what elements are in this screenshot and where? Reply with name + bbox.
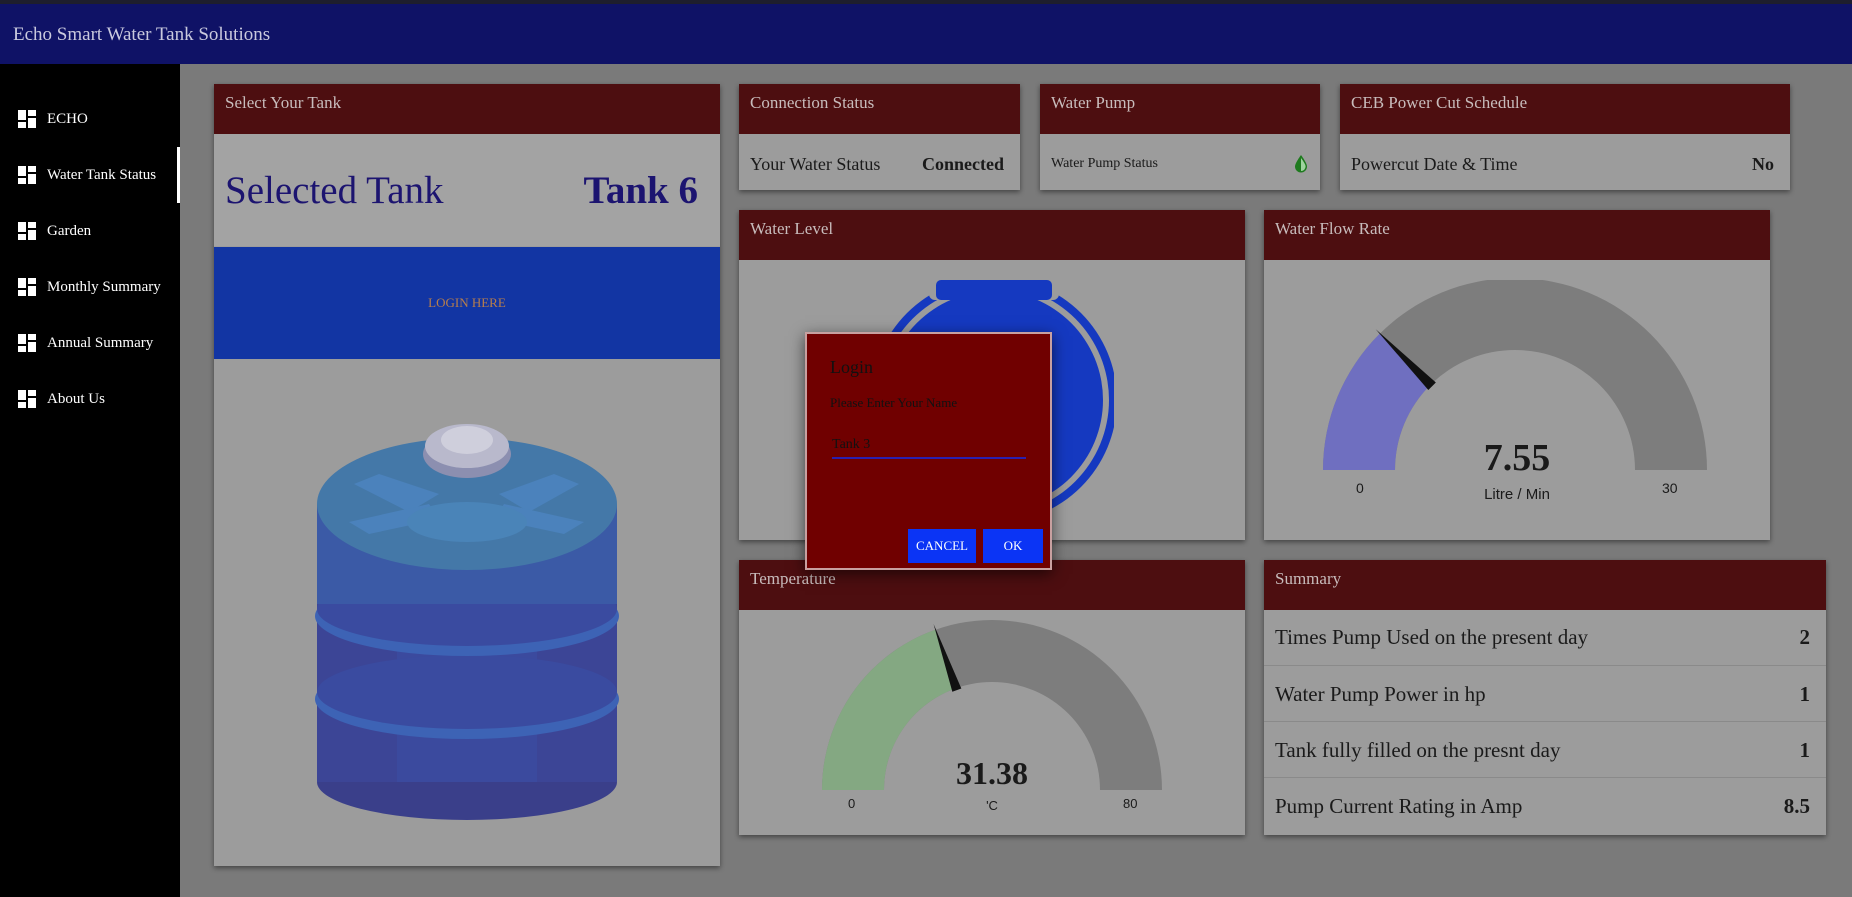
ok-button[interactable]: OK <box>983 529 1043 563</box>
summary-row: Times Pump Used on the present day 2 <box>1264 610 1826 666</box>
flow-rate-value: 7.55 <box>1483 437 1551 479</box>
sidebar-item-water-tank-status[interactable]: Water Tank Status <box>0 147 180 203</box>
summary-row-value: 8.5 <box>1783 794 1810 818</box>
water-pump-card: Water Pump Water Pump Status <box>1040 84 1320 190</box>
sidebar-item-about-us[interactable]: About Us <box>0 371 180 427</box>
temperature-min: 0 <box>848 796 856 811</box>
login-dialog: Login Please Enter Your Name CANCEL OK <box>805 332 1052 570</box>
sidebar-item-echo[interactable]: ECHO <box>0 91 180 147</box>
temperature-max: 80 <box>1123 796 1138 811</box>
dashboard-icon <box>18 222 36 240</box>
flow-rate-title: Water Flow Rate <box>1264 210 1770 260</box>
connection-status-card: Connection Status Your Water Status Conn… <box>739 84 1020 190</box>
sidebar-item-label: ECHO <box>47 110 88 127</box>
dashboard-icon <box>18 278 36 296</box>
login-dialog-title: Login <box>830 357 873 377</box>
temperature-card: Temperature 31.38 'C 0 80 <box>739 560 1245 835</box>
temperature-unit: 'C <box>986 798 998 813</box>
name-input[interactable] <box>832 433 1026 459</box>
summary-row-value: 1 <box>1799 738 1811 762</box>
summary-row-value: 2 <box>1799 625 1811 649</box>
summary-row-value: 1 <box>1799 682 1811 706</box>
summary-row-label: Pump Current Rating in Amp <box>1275 794 1523 818</box>
dashboard-icon <box>18 110 36 128</box>
flow-rate-card: Water Flow Rate 7.55 Litre / Min 0 30 <box>1264 210 1770 540</box>
tank-card-title: Select Your Tank <box>214 84 720 134</box>
connection-status-title: Connection Status <box>739 84 1020 134</box>
login-button[interactable]: LOGIN HERE <box>214 247 720 359</box>
summary-title: Summary <box>1264 560 1826 610</box>
login-dialog-prompt: Please Enter Your Name <box>830 395 958 410</box>
cancel-button[interactable]: CANCEL <box>908 529 976 563</box>
water-tank-icon <box>315 424 619 820</box>
dashboard-icon <box>18 334 36 352</box>
selected-tank-panel: Selected Tank Tank 6 <box>214 134 720 246</box>
summary-row: Pump Current Rating in Amp 8.5 <box>1264 778 1826 834</box>
summary-row-label: Tank fully filled on the presnt day <box>1275 738 1561 762</box>
sidebar-item-label: About Us <box>47 390 105 407</box>
connection-status-label: Your Water Status <box>750 154 881 174</box>
sidebar-item-label: Garden <box>47 222 92 239</box>
sidebar-item-label: Water Tank Status <box>47 166 157 183</box>
sidebar-item-label: Annual Summary <box>47 334 154 351</box>
sidebar-item-monthly-summary[interactable]: Monthly Summary <box>0 259 180 315</box>
dashboard-icon <box>18 390 36 408</box>
flow-rate-min: 0 <box>1356 480 1364 496</box>
flow-rate-max: 30 <box>1662 480 1678 496</box>
summary-row: Tank fully filled on the presnt day 1 <box>1264 722 1826 778</box>
water-level-title: Water Level <box>739 210 1245 260</box>
summary-row: Water Pump Power in hp 1 <box>1264 666 1826 722</box>
power-cut-value: No <box>1752 154 1774 174</box>
summary-row-label: Times Pump Used on the present day <box>1275 625 1589 649</box>
power-cut-label: Powercut Date & Time <box>1351 154 1518 174</box>
power-cut-card: CEB Power Cut Schedule Powercut Date & T… <box>1340 84 1790 190</box>
connection-status-value: Connected <box>922 154 1004 174</box>
selected-tank-label: Selected Tank <box>225 169 444 212</box>
tank-card: Select Your Tank Selected Tank Tank 6 LO… <box>214 84 720 866</box>
dashboard-icon <box>18 166 36 184</box>
summary-row-label: Water Pump Power in hp <box>1275 682 1486 706</box>
sidebar-item-garden[interactable]: Garden <box>0 203 180 259</box>
temperature-value: 31.38 <box>956 755 1028 791</box>
flow-rate-unit: Litre / Min <box>1484 486 1550 503</box>
sidebar-item-annual-summary[interactable]: Annual Summary <box>0 315 180 371</box>
app-header: Echo Smart Water Tank Solutions <box>0 0 1852 64</box>
power-cut-title: CEB Power Cut Schedule <box>1340 84 1790 134</box>
summary-card: Summary Times Pump Used on the present d… <box>1264 560 1826 835</box>
app-title: Echo Smart Water Tank Solutions <box>13 24 271 45</box>
sidebar: ECHO Water Tank Status Garden Monthly Su… <box>0 64 180 897</box>
water-pump-title: Water Pump <box>1040 84 1320 134</box>
login-button-label: LOGIN HERE <box>428 295 506 310</box>
sidebar-item-label: Monthly Summary <box>47 278 161 295</box>
water-drop-icon <box>1295 155 1307 173</box>
selected-tank-value: Tank 6 <box>583 169 698 212</box>
water-pump-status-label: Water Pump Status <box>1051 156 1158 171</box>
